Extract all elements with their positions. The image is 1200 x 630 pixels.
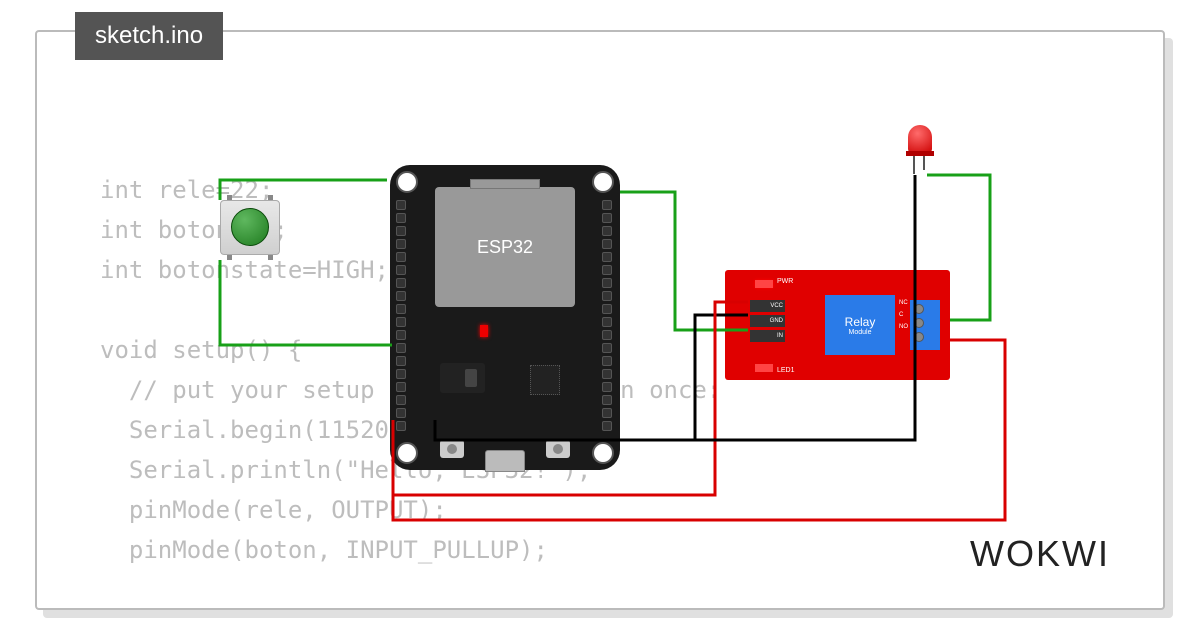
pin-hole xyxy=(602,304,612,314)
mount-hole xyxy=(396,442,418,464)
file-tab[interactable]: sketch.ino xyxy=(75,12,223,60)
esp32-board[interactable]: ESP32 xyxy=(390,165,620,470)
simulation-canvas[interactable]: ESP32 PWR LED1 VCC GND IN Relay Mo xyxy=(35,20,1165,610)
pin-hole xyxy=(396,278,406,288)
led-anode-leg xyxy=(913,156,915,174)
relay-pin-in: IN xyxy=(750,330,785,342)
enable-button[interactable] xyxy=(546,440,570,458)
mount-hole xyxy=(396,171,418,193)
switch-icon xyxy=(440,363,485,393)
red-led[interactable] xyxy=(905,125,935,175)
pin-hole xyxy=(396,239,406,249)
relay-pin-vcc: VCC xyxy=(750,300,785,312)
pin-hole xyxy=(602,317,612,327)
pin-hole xyxy=(602,395,612,405)
pin-hole xyxy=(602,291,612,301)
pin-hole xyxy=(396,252,406,262)
pin-hole xyxy=(396,291,406,301)
relay-pin-header: VCC GND IN xyxy=(750,300,785,342)
relay-pwr-led-icon xyxy=(755,280,773,288)
pin-hole xyxy=(602,356,612,366)
esp32-chip: ESP32 xyxy=(435,187,575,307)
boot-button[interactable] xyxy=(440,440,464,458)
pin-hole xyxy=(396,213,406,223)
relay-status-led-icon xyxy=(755,364,773,372)
relay-pwr-label: PWR xyxy=(777,278,793,285)
button-cap[interactable] xyxy=(231,208,269,246)
pin-hole xyxy=(396,343,406,353)
chip-label: ESP32 xyxy=(477,237,533,258)
pin-hole xyxy=(396,421,406,431)
pin-hole xyxy=(396,369,406,379)
screw-icon xyxy=(914,332,924,342)
pin-hole xyxy=(602,265,612,275)
mount-hole xyxy=(592,442,614,464)
pin-hole xyxy=(396,304,406,314)
relay-out-labels: NC C NO xyxy=(899,300,908,330)
pin-hole xyxy=(602,421,612,431)
relay-pin-gnd: GND xyxy=(750,315,785,327)
ic-chip-icon xyxy=(530,365,560,395)
push-button[interactable] xyxy=(215,195,285,260)
pin-hole xyxy=(602,343,612,353)
pin-hole xyxy=(396,226,406,236)
relay-subtitle: Module xyxy=(849,329,872,336)
wokwi-logo: WOKWI xyxy=(970,533,1110,575)
pin-hole xyxy=(396,330,406,340)
pin-hole xyxy=(602,252,612,262)
screw-icon xyxy=(914,304,924,314)
pin-hole xyxy=(396,356,406,366)
led-cathode-leg xyxy=(923,156,925,170)
pin-hole xyxy=(602,369,612,379)
antenna-icon xyxy=(470,179,540,189)
led-base xyxy=(906,151,934,156)
pin-hole xyxy=(602,408,612,418)
pin-hole xyxy=(602,200,612,210)
relay-unit: Relay Module xyxy=(825,295,895,355)
window-frame: sketch.ino int rele=22; int boton=12; in… xyxy=(35,20,1165,610)
relay-led1-label: LED1 xyxy=(777,367,795,374)
screw-icon xyxy=(914,318,924,328)
pin-header-right xyxy=(602,200,614,431)
pin-hole xyxy=(602,278,612,288)
pin-hole xyxy=(602,330,612,340)
pin-hole xyxy=(396,395,406,405)
wire-signal xyxy=(220,260,392,345)
relay-title: Relay xyxy=(845,315,876,329)
mount-hole xyxy=(592,171,614,193)
pin-hole xyxy=(396,382,406,392)
led-bulb-icon xyxy=(908,125,932,153)
power-led-icon xyxy=(480,325,488,337)
pin-hole xyxy=(396,265,406,275)
pin-hole xyxy=(602,226,612,236)
pin-hole xyxy=(396,200,406,210)
pin-hole xyxy=(396,317,406,327)
pin-hole xyxy=(602,239,612,249)
relay-module[interactable]: PWR LED1 VCC GND IN Relay Module NC C NO xyxy=(725,270,950,380)
pin-hole xyxy=(602,382,612,392)
screw-terminal xyxy=(910,300,940,350)
pin-header-left xyxy=(396,200,408,431)
pin-hole xyxy=(396,408,406,418)
pin-hole xyxy=(602,213,612,223)
usb-port-icon xyxy=(485,450,525,472)
